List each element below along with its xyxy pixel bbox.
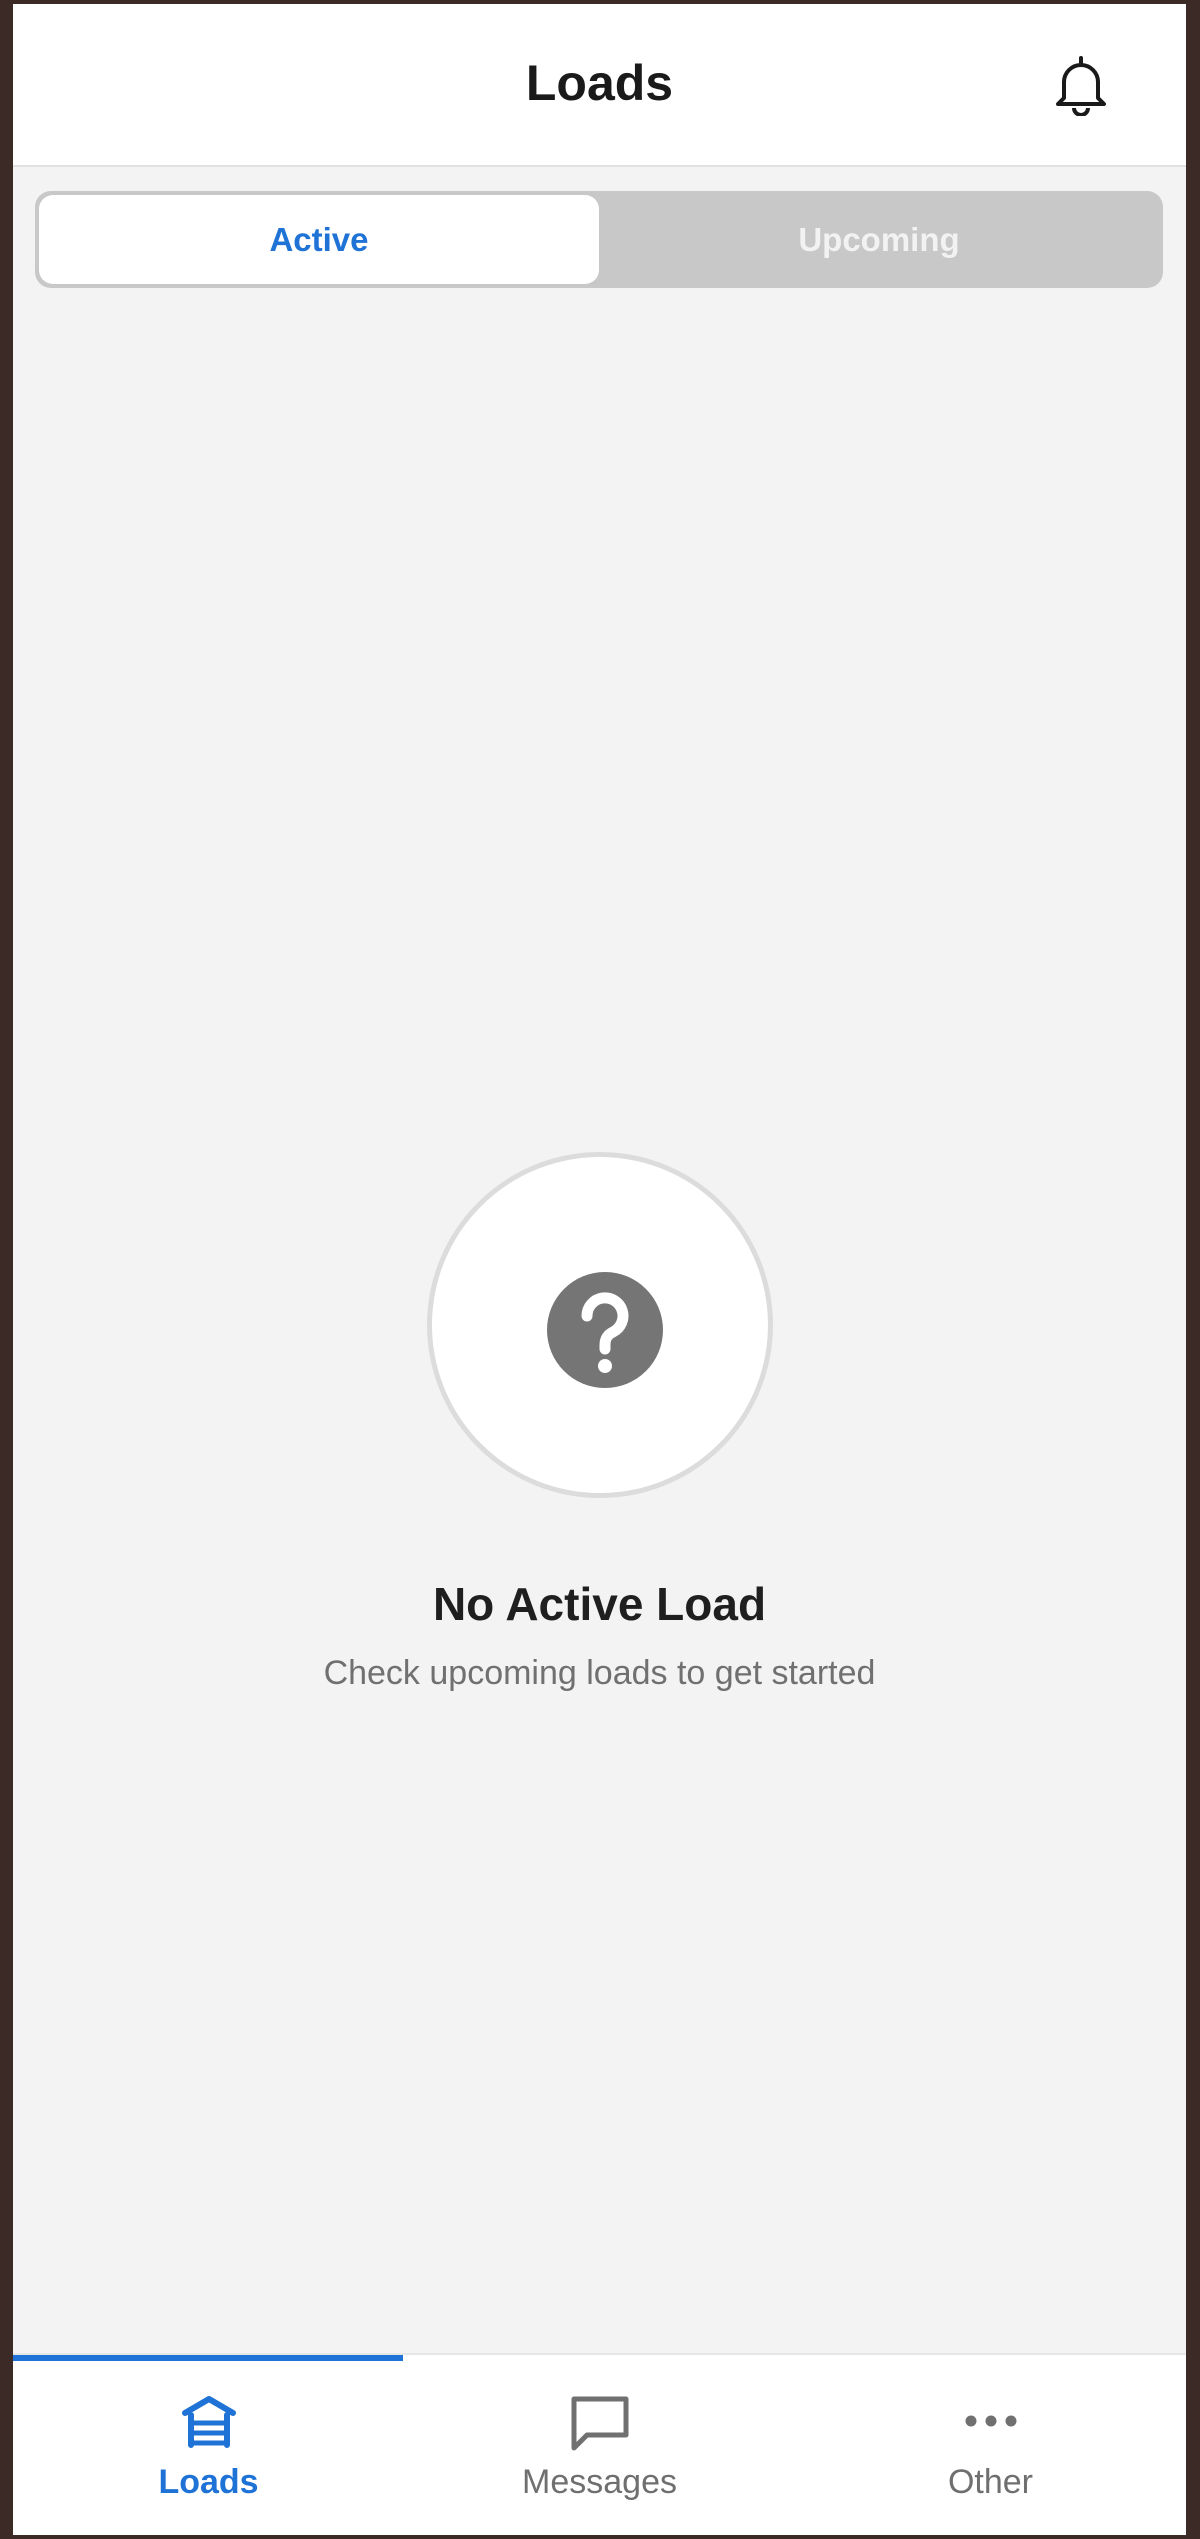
warehouse-icon bbox=[181, 2396, 236, 2448]
nav-item-loads[interactable]: Loads bbox=[13, 2355, 404, 2535]
load-status-segmented-control: Active Upcoming bbox=[35, 191, 1163, 288]
help-question-icon bbox=[547, 1272, 663, 1388]
tab-active[interactable]: Active bbox=[39, 195, 599, 284]
page-title: Loads bbox=[525, 55, 674, 111]
empty-state-illustration bbox=[427, 1152, 773, 1498]
nav-label-other: Other bbox=[947, 2463, 1034, 2501]
top-app-bar: Loads bbox=[13, 4, 1186, 167]
notification-bell-icon[interactable] bbox=[1052, 54, 1110, 116]
empty-state-title: No Active Load bbox=[432, 1578, 767, 1630]
nav-item-messages[interactable]: Messages bbox=[404, 2355, 795, 2535]
empty-state-subtitle: Check upcoming loads to get started bbox=[323, 1654, 876, 1692]
nav-label-loads: Loads bbox=[158, 2463, 259, 2501]
chat-bubble-icon bbox=[571, 2396, 628, 2451]
nav-item-other[interactable]: Other bbox=[795, 2355, 1186, 2535]
bottom-navigation: Loads Messages Other bbox=[13, 2353, 1186, 2535]
app-screen: Loads Active Upcoming No Active Load Che… bbox=[13, 4, 1186, 2535]
more-horizontal-icon bbox=[965, 2415, 1016, 2427]
nav-label-messages: Messages bbox=[522, 2463, 677, 2501]
tab-upcoming[interactable]: Upcoming bbox=[599, 195, 1159, 284]
